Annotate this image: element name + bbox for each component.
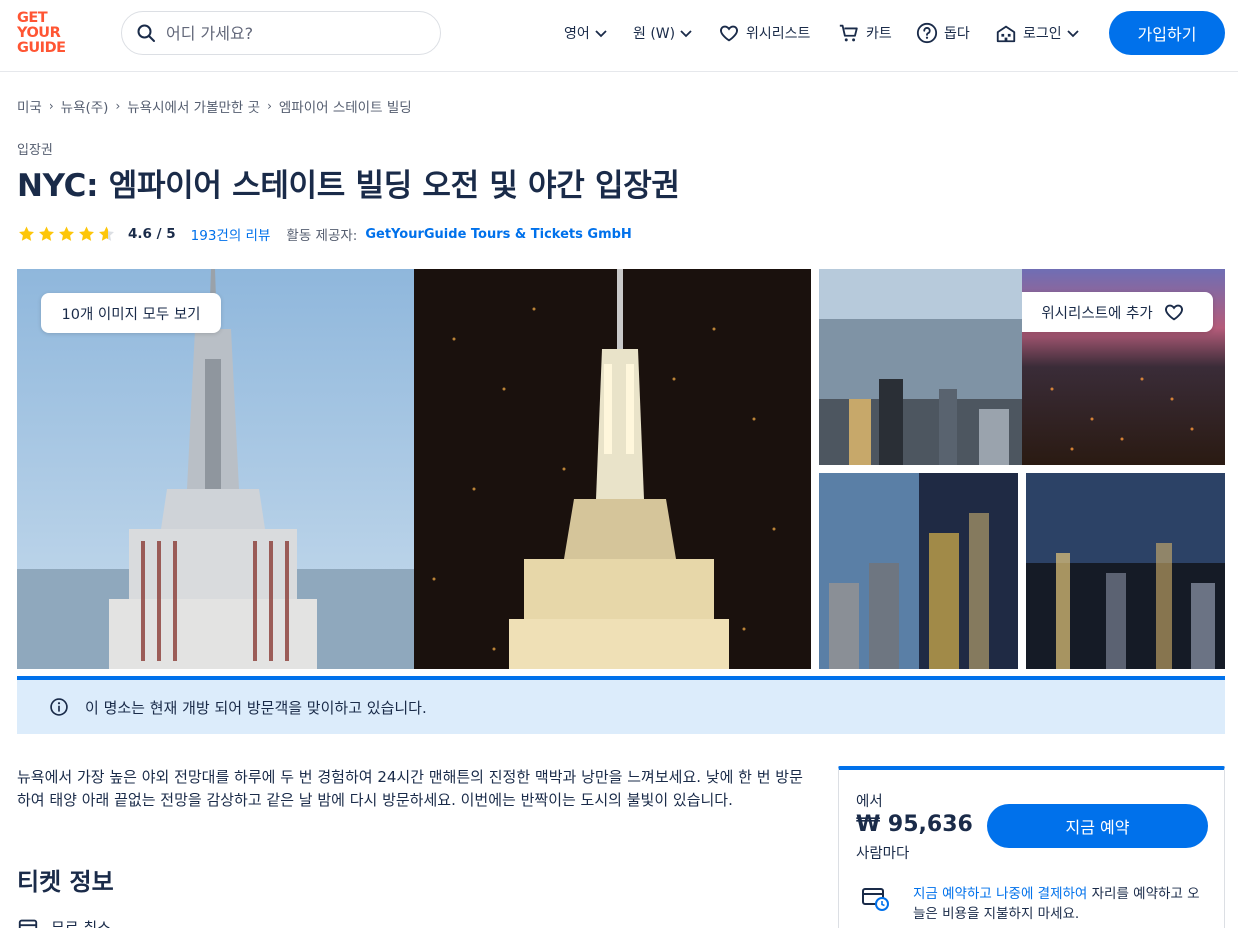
cart-link[interactable]: 카트 [838, 20, 896, 46]
chevron-right-icon: › [267, 99, 272, 113]
logo-line-2: YOUR [17, 25, 61, 41]
notice-text: 이 명소는 현재 개방 되어 방문객을 맞이하고 있습니다. [85, 698, 427, 717]
pay-later-info: 지금 예약하고 나중에 결제하여 자리를 예약하고 오늘은 비용을 지불하지 마… [861, 884, 1209, 924]
reviews-suffix: 건의 리뷰 [216, 228, 271, 244]
cart-label: 카트 [866, 26, 892, 42]
star-rating [17, 225, 116, 243]
signup-button[interactable]: 가입하기 [1109, 11, 1225, 55]
half-star-icon [99, 226, 114, 241]
language-label: 영어 [564, 26, 590, 42]
reviews-count: 193 [190, 228, 217, 244]
currency-label: 원 (W) [633, 26, 676, 42]
search-bar[interactable] [121, 11, 441, 55]
provider-link[interactable]: GetYourGuide Tours & Tickets GmbH [365, 227, 631, 242]
photo-gallery: 10개 이미지 모두 보기 위시리스트에 추가 [17, 269, 1225, 669]
gallery-photo-day[interactable]: 10개 이미지 모두 보기 [17, 269, 414, 669]
book-now-button[interactable]: 지금 예약 [987, 804, 1208, 848]
pay-later-link[interactable]: 지금 예약하고 나중에 결제하여 [913, 886, 1087, 902]
star-icon [39, 226, 54, 241]
booking-card: 에서 ₩ 95,636 사람마다 지금 예약 지금 예약하고 나중에 결제하여 … [838, 766, 1225, 928]
pay-later-text: 지금 예약하고 나중에 결제하여 자리를 예약하고 오늘은 비용을 지불하지 마… [913, 884, 1209, 924]
breadcrumb-item[interactable]: 뉴욕(주) [61, 96, 109, 116]
getyourguide-logo[interactable]: GET YOUR GUIDE [17, 11, 77, 57]
logo-line-1: GET [17, 10, 48, 26]
top-header: GET YOUR GUIDE 영어 원 (W) 위시리스트 카트 돕다 로그인 … [0, 0, 1238, 72]
breadcrumb: 미국 › 뉴욕(주) › 뉴욕시에서 가볼만한 곳 › 엠파이어 스테이트 빌딩 [17, 96, 412, 116]
breadcrumb-item[interactable]: 미국 [17, 96, 42, 116]
star-icon [59, 226, 74, 241]
breadcrumb-item[interactable]: 엠파이어 스테이트 빌딩 [279, 96, 412, 116]
chevron-down-icon [680, 30, 692, 38]
chevron-right-icon: › [48, 99, 54, 113]
ticket-info-item-label: 무료 취소 [51, 918, 111, 928]
gallery-photo-aerial-dusk[interactable]: 위시리스트에 추가 [1022, 269, 1225, 465]
question-icon [916, 22, 938, 44]
wishlist-link[interactable]: 위시리스트 [718, 20, 814, 46]
login-label: 로그인 [1023, 26, 1062, 42]
chevron-right-icon: › [115, 99, 121, 113]
help-label: 돕다 [944, 26, 970, 42]
account-icon [996, 25, 1016, 43]
calendar-icon [18, 919, 38, 928]
price-per-person-label: 사람마다 [856, 846, 910, 862]
open-status-notice: 이 명소는 현재 개방 되어 방문객을 맞이하고 있습니다. [17, 676, 1225, 734]
gallery-photo-night[interactable] [414, 269, 811, 669]
add-to-wishlist-button[interactable]: 위시리스트에 추가 [1022, 292, 1213, 332]
currency-selector[interactable]: 원 (W) [629, 20, 693, 46]
info-icon [50, 698, 68, 716]
gallery-photo-aerial-day[interactable] [819, 269, 1022, 465]
star-icon [79, 226, 94, 241]
language-selector[interactable]: 영어 [560, 20, 608, 46]
page-title: NYC: 엠파이어 스테이트 빌딩 오전 및 야간 입장권 [17, 168, 680, 204]
provider-label: 활동 제공자: [286, 228, 358, 244]
rating-row: 4.6 / 5 193건의 리뷰 활동 제공자: GetYourGuide To… [17, 224, 632, 244]
search-icon [137, 24, 155, 42]
wishlist-label: 위시리스트 [746, 26, 811, 42]
breadcrumb-item[interactable]: 뉴욕시에서 가볼만한 곳 [127, 96, 260, 116]
view-all-images-button[interactable]: 10개 이미지 모두 보기 [41, 293, 221, 333]
ticket-info-heading: 티켓 정보 [17, 868, 114, 896]
price-value: ₩ 95,636 [856, 812, 973, 837]
help-link[interactable]: 돕다 [916, 20, 974, 46]
chevron-down-icon [1067, 30, 1079, 38]
add-to-wishlist-label: 위시리스트에 추가 [1041, 305, 1153, 322]
login-menu[interactable]: 로그인 [995, 20, 1080, 46]
reviews-link[interactable]: 193건의 리뷰 [191, 224, 271, 244]
price-from-label: 에서 [856, 794, 883, 810]
ticket-info-item: 무료 취소 [17, 916, 111, 928]
card-clock-icon [862, 888, 889, 911]
rating-score: 4.6 / 5 [128, 226, 176, 242]
search-input[interactable] [166, 23, 416, 43]
activity-description: 뉴욕에서 가장 높은 야외 전망대를 하루에 두 번 경험하여 24시간 맨해튼… [17, 768, 803, 809]
heart-icon [720, 25, 738, 42]
activity-category: 입장권 [17, 143, 53, 158]
gallery-photo-city-evening[interactable] [819, 473, 1018, 669]
cart-icon [839, 24, 858, 42]
logo-line-3: GUIDE [17, 40, 66, 56]
heart-icon [1164, 304, 1183, 321]
star-icon [19, 226, 34, 241]
gallery-photo-city-night[interactable] [1026, 473, 1225, 669]
chevron-down-icon [595, 30, 607, 38]
